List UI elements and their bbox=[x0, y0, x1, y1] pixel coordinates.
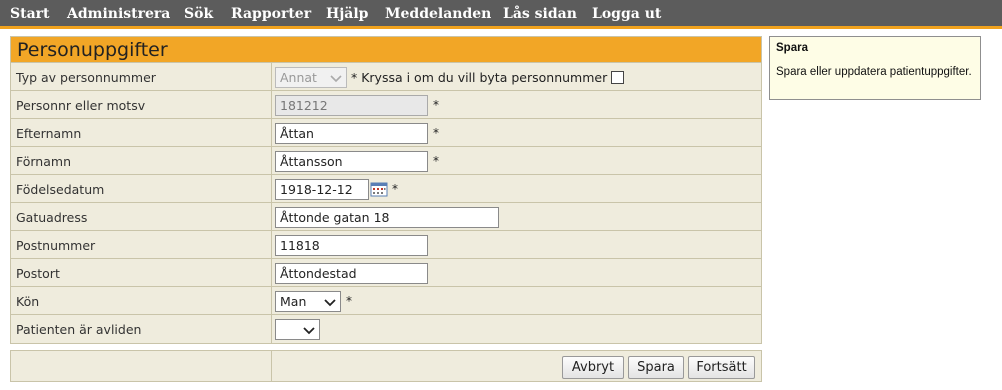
top-nav: Start Administrera Sök Rapporter Hjälp M… bbox=[0, 0, 1002, 29]
row-personnr: Personnr eller motsv * bbox=[11, 91, 761, 119]
kon-select[interactable]: Man bbox=[275, 290, 341, 312]
label-fodelsedatum: Födelsedatum bbox=[16, 182, 105, 197]
label-gatuadress: Gatuadress bbox=[16, 210, 88, 225]
nav-las-sidan[interactable]: Lås sidan bbox=[503, 6, 577, 22]
row-efternamn: Efternamn * bbox=[11, 119, 761, 147]
fodelsedatum-input[interactable] bbox=[275, 178, 369, 200]
nav-logga-ut[interactable]: Logga ut bbox=[592, 6, 661, 22]
fornamn-input[interactable] bbox=[275, 150, 428, 172]
typ-note: * Kryssa i om du vill byta personnummer bbox=[351, 69, 608, 85]
label-fornamn: Förnamn bbox=[16, 154, 71, 169]
typ-select[interactable]: Annat bbox=[275, 66, 347, 88]
row-fornamn: Förnamn * bbox=[11, 147, 761, 175]
avliden-select[interactable] bbox=[275, 318, 320, 340]
required-mark: * bbox=[433, 154, 439, 168]
kon-select-value: Man bbox=[280, 293, 307, 309]
button-bar: Avbryt Spara Fortsätt bbox=[10, 350, 762, 382]
nav-administrera[interactable]: Administrera bbox=[67, 6, 170, 22]
required-mark: * bbox=[392, 182, 398, 196]
personuppgifter-form: Personuppgifter Typ av personnummer Anna… bbox=[10, 36, 762, 344]
continue-button[interactable]: Fortsätt bbox=[688, 356, 755, 379]
nav-start[interactable]: Start bbox=[10, 6, 50, 22]
row-typ: Typ av personnummer Annat * Kryssa i om … bbox=[11, 63, 761, 91]
chevron-down-icon bbox=[330, 74, 342, 82]
label-typ: Typ av personnummer bbox=[16, 70, 156, 85]
chevron-down-icon bbox=[324, 298, 336, 306]
label-postnummer: Postnummer bbox=[16, 238, 96, 253]
help-box: Spara Spara eller uppdatera patientuppgi… bbox=[769, 36, 981, 100]
row-gatuadress: Gatuadress bbox=[11, 203, 761, 231]
row-fodelsedatum: Födelsedatum * bbox=[11, 175, 761, 203]
row-avliden: Patienten är avliden bbox=[11, 315, 761, 343]
nav-rapporter[interactable]: Rapporter bbox=[231, 6, 311, 22]
efternamn-input[interactable] bbox=[275, 122, 428, 144]
label-avliden: Patienten är avliden bbox=[16, 322, 142, 337]
save-button[interactable]: Spara bbox=[628, 356, 684, 379]
label-personnr: Personnr eller motsv bbox=[16, 98, 146, 113]
typ-select-value: Annat bbox=[280, 69, 317, 85]
required-mark: * bbox=[433, 126, 439, 140]
required-mark: * bbox=[433, 98, 439, 112]
label-postort: Postort bbox=[16, 266, 60, 281]
row-kon: Kön Man * bbox=[11, 287, 761, 315]
required-mark: * bbox=[346, 294, 352, 308]
row-postnummer: Postnummer bbox=[11, 231, 761, 259]
help-text: Spara eller uppdatera patientuppgifter. bbox=[776, 66, 972, 78]
nav-hjalp[interactable]: Hjälp bbox=[326, 6, 368, 22]
help-title: Spara bbox=[776, 42, 808, 54]
byta-personnummer-checkbox[interactable] bbox=[611, 70, 625, 84]
label-efternamn: Efternamn bbox=[16, 126, 82, 141]
calendar-icon[interactable] bbox=[370, 181, 388, 197]
cancel-button[interactable]: Avbryt bbox=[562, 356, 624, 379]
postort-input[interactable] bbox=[275, 262, 428, 284]
chevron-down-icon bbox=[303, 326, 315, 334]
personnr-input[interactable] bbox=[275, 94, 428, 116]
postnummer-input[interactable] bbox=[275, 234, 428, 256]
form-title: Personuppgifter bbox=[11, 37, 761, 63]
gatuadress-input[interactable] bbox=[275, 206, 499, 228]
nav-meddelanden[interactable]: Meddelanden bbox=[385, 6, 491, 22]
label-kon: Kön bbox=[16, 294, 40, 309]
row-postort: Postort bbox=[11, 259, 761, 287]
nav-sok[interactable]: Sök bbox=[184, 6, 213, 22]
